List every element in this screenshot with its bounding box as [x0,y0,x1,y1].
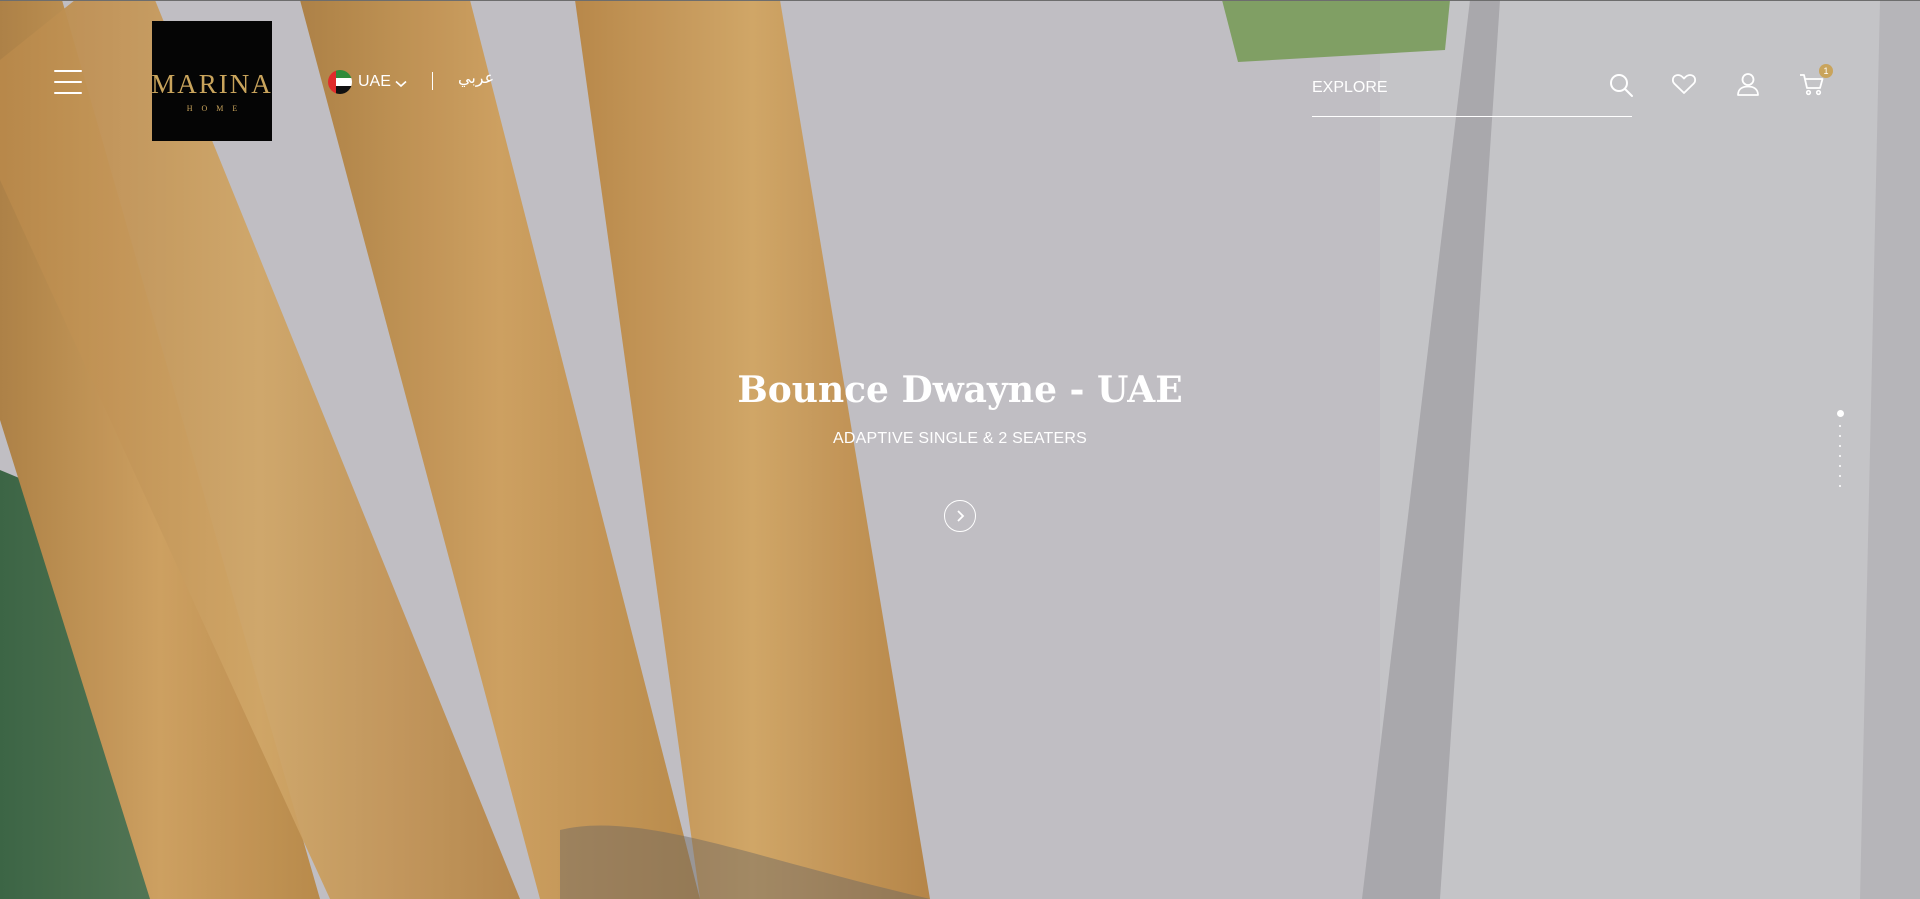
arabic-language-link[interactable]: عربي [458,68,494,88]
language-divider [432,72,433,90]
heart-icon[interactable] [1670,70,1698,98]
chevron-down-icon [395,80,407,87]
hero-title: Bounce Dwayne - UAE [737,369,1183,411]
cart-count-badge: 1 [1819,64,1833,78]
slide-pagination [1836,410,1844,495]
top-border [0,0,1920,1]
search-input[interactable] [1312,74,1582,102]
slide-dot[interactable] [1839,485,1841,487]
country-selector[interactable]: UAE [328,70,407,94]
hero-subtitle: ADAPTIVE SINGLE & 2 SEATERS [832,430,1088,447]
search-bar [1312,70,1634,117]
marina-home-logo[interactable]: MARINA HOME [151,21,273,141]
slide-dot[interactable] [1839,455,1841,457]
cart-icon[interactable]: 1 [1798,64,1833,98]
hamburger-menu-icon[interactable] [54,70,82,94]
uae-flag-icon [328,70,352,94]
slide-dot[interactable] [1839,475,1841,477]
search-icon[interactable] [1608,72,1634,98]
slide-dot[interactable] [1836,410,1844,417]
chevron-right-circle-icon[interactable] [944,500,976,532]
slide-dot[interactable] [1839,465,1841,467]
hero-background-image [0,0,1920,899]
hero-content: Bounce Dwayne - UAE ADAPTIVE SINGLE & 2 … [0,360,1920,448]
logo-wordmark: MARINA [151,69,273,99]
slide-dot[interactable] [1839,445,1841,447]
logo-subtext: HOME [186,104,247,113]
slide-dot[interactable] [1839,435,1841,437]
slide-dot[interactable] [1839,425,1841,427]
user-icon[interactable] [1734,70,1762,98]
country-label: UAE [358,73,391,90]
